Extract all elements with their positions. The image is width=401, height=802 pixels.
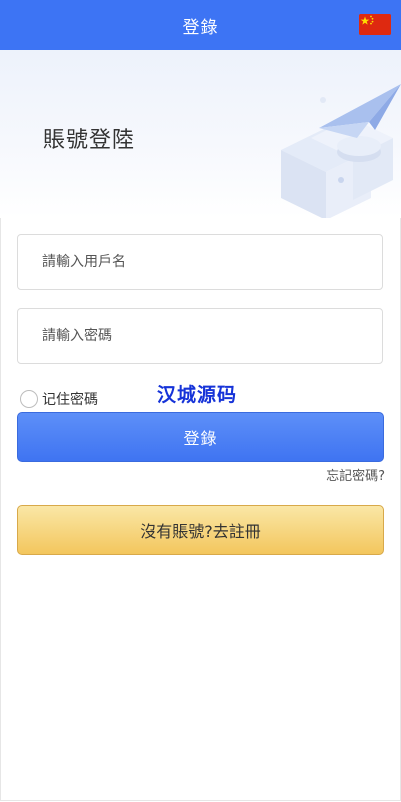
login-button[interactable]: 登錄 <box>17 412 384 462</box>
hero-title: 賬號登陸 <box>43 128 136 153</box>
username-field[interactable] <box>17 234 383 290</box>
hero-banner: 賬號登陸 <box>0 50 401 218</box>
page-title: 登錄 <box>182 17 219 38</box>
china-flag-icon[interactable] <box>359 14 391 35</box>
paper-plane-blocks-illustration <box>281 84 401 218</box>
remember-radio[interactable] <box>20 390 38 408</box>
remember-password-option[interactable]: 记住密碼 <box>20 389 98 409</box>
forgot-password-link[interactable]: 忘記密碼? <box>326 465 385 484</box>
password-input[interactable] <box>40 308 382 364</box>
remember-label: 记住密碼 <box>42 392 98 408</box>
register-button[interactable]: 沒有賬號?去註冊 <box>17 505 384 555</box>
header-bar: 登錄 <box>0 0 401 50</box>
password-field[interactable] <box>17 308 383 364</box>
username-input[interactable] <box>40 234 382 290</box>
watermark-text: 汉城源码 <box>157 384 238 406</box>
